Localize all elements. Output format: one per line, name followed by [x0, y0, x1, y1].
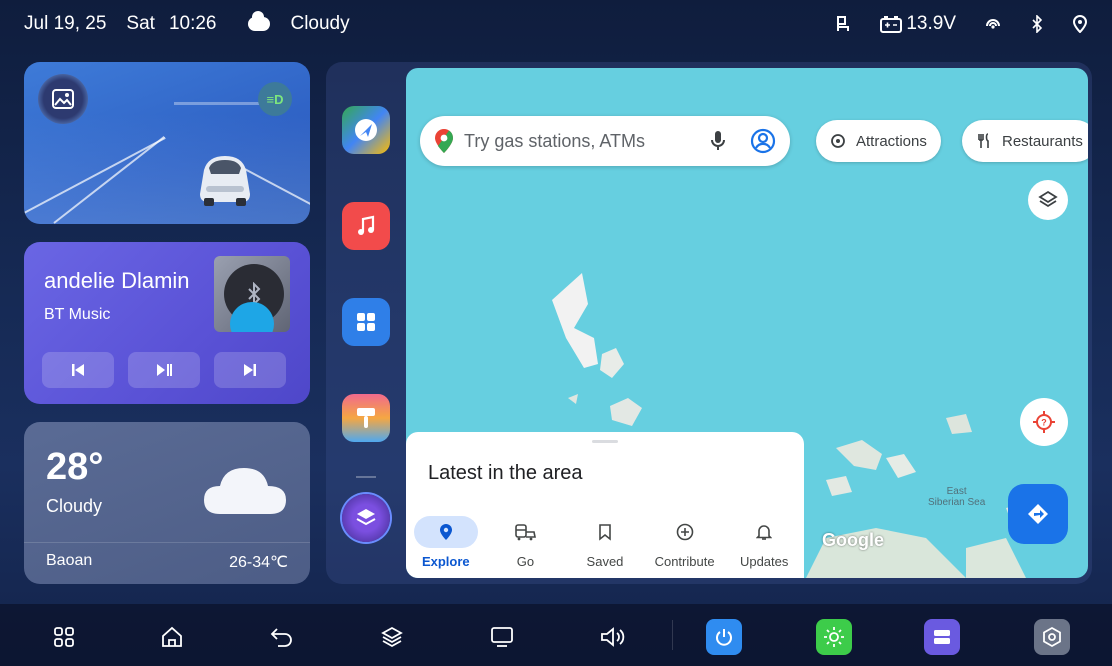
screen-icon[interactable] [484, 619, 520, 655]
next-button[interactable] [214, 352, 286, 388]
nav-explore[interactable]: Explore [406, 508, 486, 578]
location-unknown-icon: ? [1032, 410, 1056, 434]
weather-city: Baoan [46, 552, 93, 569]
music-card[interactable]: andelie Dlamin BT Music [24, 242, 310, 404]
signal-icon [984, 15, 1002, 33]
music-app-icon[interactable] [342, 202, 390, 250]
play-pause-button[interactable] [128, 352, 200, 388]
temperature: 28° [46, 446, 104, 488]
location-pin-icon [1072, 15, 1088, 33]
nav-label: Contribute [654, 554, 715, 569]
weather-card[interactable]: 28° Cloudy Baoan 26-34℃ [24, 422, 310, 584]
divider [24, 542, 310, 543]
attractions-icon [830, 133, 846, 149]
nav-go[interactable]: Go [486, 508, 566, 578]
gallery-icon [52, 89, 74, 109]
map-view[interactable]: Try gas stations, ATMs Attractions Resta… [406, 68, 1088, 578]
paint-app-icon[interactable] [342, 394, 390, 442]
my-location-button[interactable]: ? [1020, 398, 1068, 446]
previous-icon [71, 363, 85, 377]
bottom-divider [672, 620, 673, 650]
brightness-icon[interactable] [816, 619, 852, 655]
layers-icon [1038, 190, 1058, 210]
nav-label: Go [516, 554, 535, 569]
battery-icon [880, 15, 903, 33]
commute-icon [493, 516, 557, 548]
layers-app-icon[interactable] [342, 494, 390, 542]
maps-app-icon[interactable] [342, 106, 390, 154]
battery-status: 13.9V [880, 13, 956, 35]
seat-icon [834, 15, 852, 33]
bottom-sheet[interactable]: Latest in the area Explore Go Saved Cont… [406, 432, 804, 578]
add-circle-icon [653, 516, 717, 548]
nav-saved[interactable]: Saved [565, 508, 645, 578]
car-image [200, 156, 250, 206]
svg-text:?: ? [1041, 418, 1047, 428]
bookmark-icon [573, 516, 637, 548]
dock-divider [356, 476, 376, 478]
account-icon[interactable] [750, 128, 776, 154]
gallery-button[interactable] [38, 74, 88, 124]
search-input[interactable]: Try gas stations, ATMs [464, 131, 700, 152]
google-maps-pin-icon [434, 128, 454, 154]
headlight-button[interactable]: ≡D [258, 82, 292, 116]
layers-icon[interactable] [374, 619, 410, 655]
sheet-handle[interactable] [592, 440, 618, 443]
next-icon [243, 363, 257, 377]
power-icon[interactable] [706, 619, 742, 655]
home-grid-icon[interactable] [46, 619, 82, 655]
voltage-text: 13.9V [906, 13, 956, 34]
restaurant-icon [976, 133, 992, 149]
directions-icon [1026, 502, 1050, 526]
back-icon[interactable] [264, 619, 300, 655]
track-title: andelie Dlamin [44, 268, 190, 293]
explore-pin-icon [413, 516, 478, 548]
storage-icon[interactable] [924, 619, 960, 655]
maps-bottom-nav: Explore Go Saved Contribute Updates [406, 508, 804, 578]
album-art [214, 256, 290, 332]
nav-contribute[interactable]: Contribute [645, 508, 725, 578]
cloudy-night-icon [204, 464, 286, 514]
chip-attractions[interactable]: Attractions [816, 120, 941, 162]
weather-condition: Cloudy [46, 496, 103, 516]
bell-icon [732, 516, 796, 548]
map-layers-button[interactable] [1028, 180, 1068, 220]
status-time: 10:26 [168, 13, 217, 34]
road-graphic [24, 114, 310, 224]
search-bar[interactable]: Try gas stations, ATMs [420, 116, 790, 166]
nav-label: Saved [586, 554, 624, 569]
nav-label: Explore [421, 554, 470, 569]
bottom-bar [0, 604, 1112, 666]
vehicle-card[interactable]: ≡D [24, 62, 310, 224]
apps-grid-icon[interactable] [342, 298, 390, 346]
temperature-range: 26-34℃ [229, 554, 288, 571]
volume-icon[interactable] [594, 619, 630, 655]
playback-controls [42, 352, 286, 388]
settings-icon[interactable] [1034, 619, 1070, 655]
bluetooth-icon [1030, 15, 1044, 33]
previous-button[interactable] [42, 352, 114, 388]
google-logo: Google [822, 530, 884, 550]
play-pause-icon [156, 363, 172, 377]
status-bar: Jul 19, 25 Sat 10:26 Cloudy 13.9V [0, 0, 1112, 48]
headlight-icon: ≡D [266, 91, 284, 107]
sheet-title: Latest in the area [428, 462, 583, 484]
status-date: Jul 19, 25 [24, 13, 107, 34]
cloud-icon [248, 11, 271, 31]
chip-restaurants[interactable]: Restaurants [962, 120, 1088, 162]
music-source: BT Music [44, 306, 111, 323]
chip-label: Restaurants [1002, 132, 1083, 150]
directions-button[interactable] [1008, 484, 1068, 544]
map-region-label: East Siberian Sea [928, 486, 986, 508]
home-icon[interactable] [154, 619, 190, 655]
status-weather: Cloudy [290, 13, 350, 34]
status-day: Sat [126, 13, 155, 34]
nav-label: Updates [739, 554, 789, 569]
chip-label: Attractions [856, 132, 927, 150]
microphone-icon[interactable] [710, 130, 726, 152]
nav-updates[interactable]: Updates [724, 508, 804, 578]
